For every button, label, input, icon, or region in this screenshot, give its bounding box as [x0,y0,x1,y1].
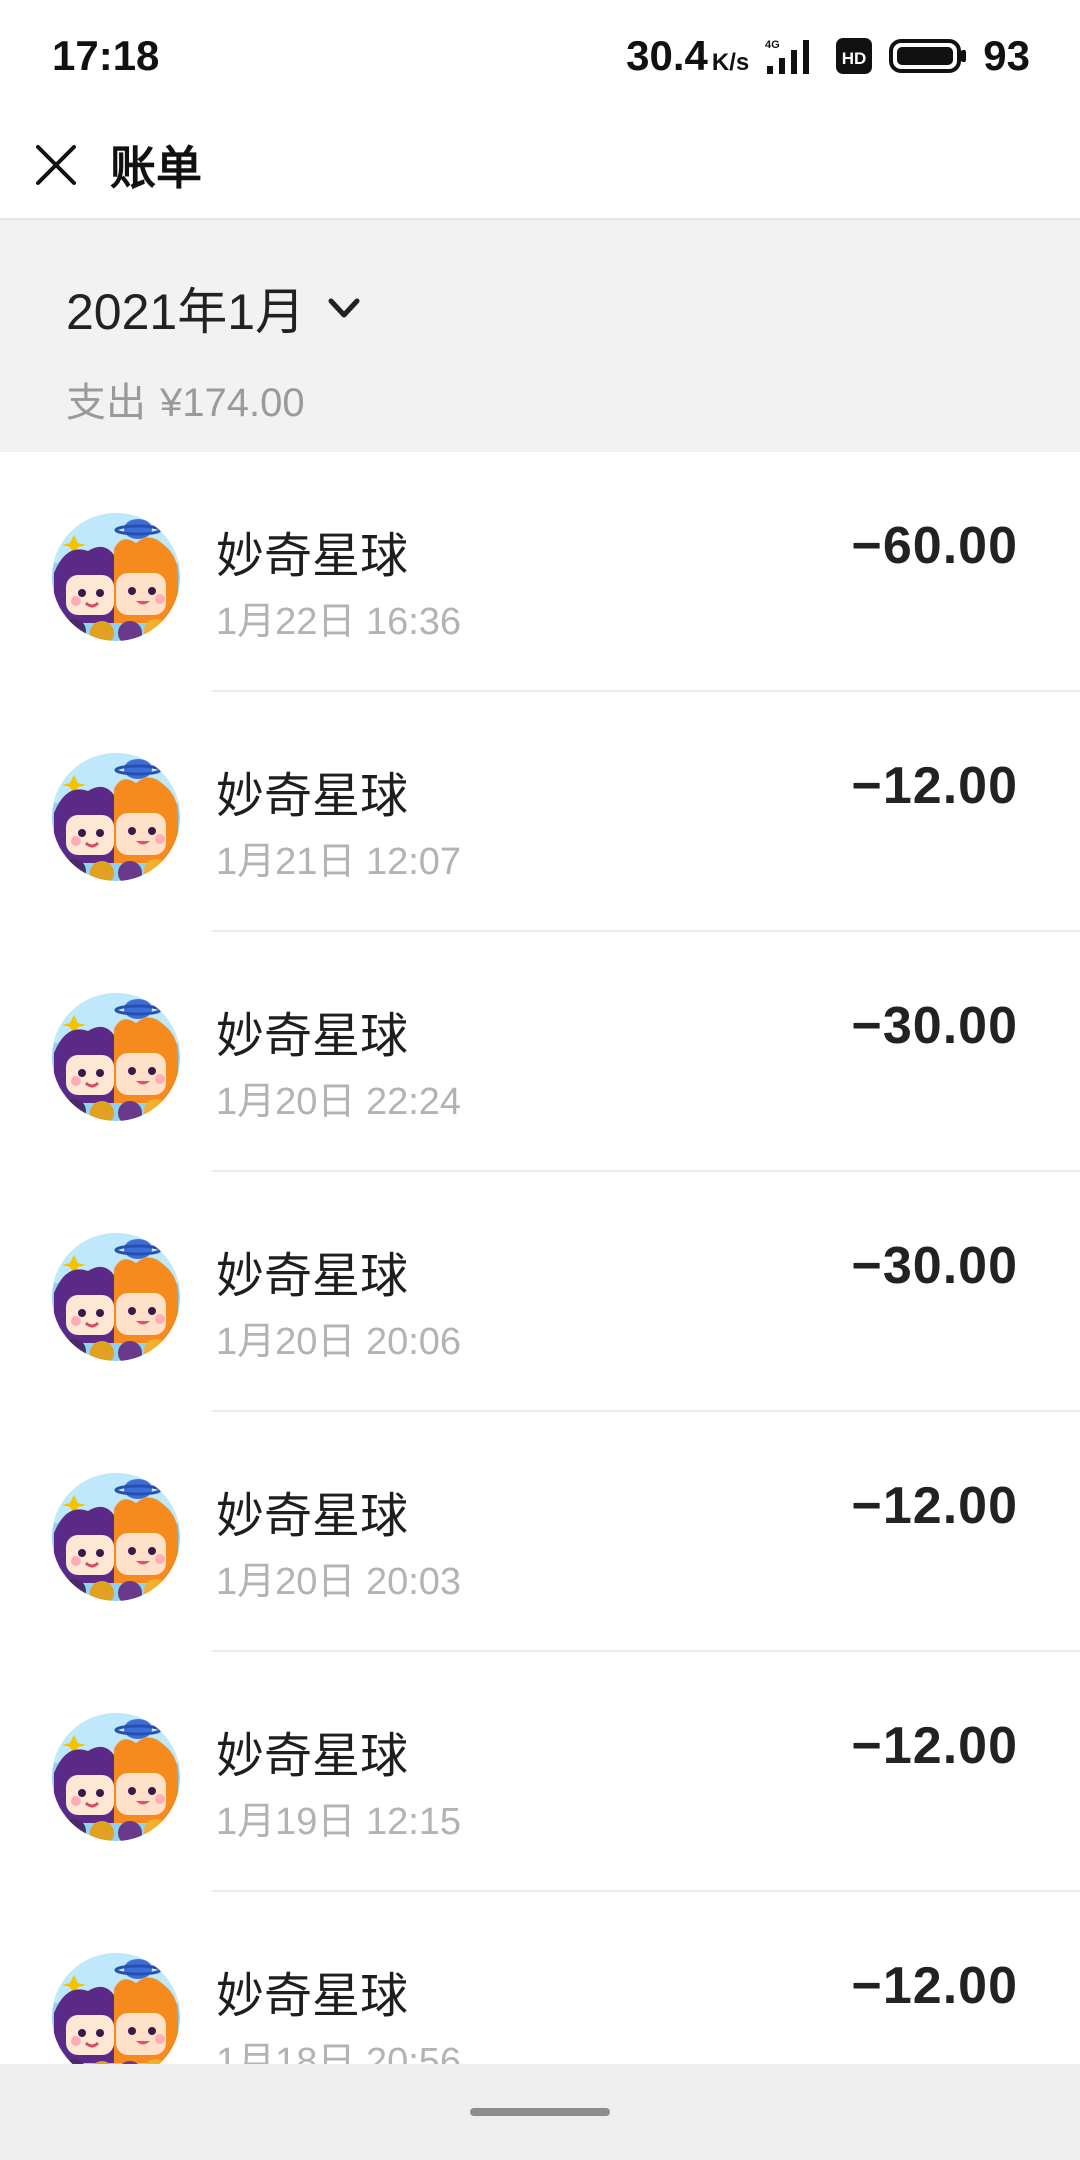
month-label: 2021年1月 [66,284,306,340]
status-time: 17:18 [52,32,160,79]
network-type-label: 4G [765,39,780,51]
transaction-amount: −30.00 [851,1237,1018,1295]
svg-text:HD: HD [842,49,867,68]
expense-label: 支出 [66,381,146,425]
battery-level: 93 [983,32,1030,79]
merchant-avatar [52,513,180,641]
bill-screen: 17:18 30.4 K/s 4G HD 93 账单 2021年1月 支出 ¥1… [0,0,1080,2160]
close-button[interactable] [32,141,80,189]
transaction-row[interactable]: 妙奇星球 1月20日 20:06 −30.00 [0,1172,1080,1412]
merchant-logo-icon [52,1953,180,2064]
transaction-row[interactable]: 妙奇星球 1月22日 16:36 −60.00 [0,452,1080,692]
close-icon [36,145,76,185]
merchant-name: 妙奇星球 [216,1730,409,1783]
expense-total: 支出 ¥174.00 [66,370,1080,428]
merchant-avatar [52,1953,180,2064]
merchant-logo-icon [52,1713,180,1841]
merchant-name: 妙奇星球 [216,1010,409,1063]
network-speed: 30.4 K/s [626,32,750,79]
transaction-time: 1月20日 20:03 [216,1561,462,1603]
chevron-down-icon [328,298,360,318]
merchant-logo-icon [52,1473,180,1601]
transaction-row[interactable]: 妙奇星球 1月19日 12:15 −12.00 [0,1652,1080,1892]
merchant-name: 妙奇星球 [216,1250,409,1303]
transaction-row[interactable]: 妙奇星球 1月20日 20:03 −12.00 [0,1412,1080,1652]
transaction-time: 1月20日 22:24 [216,1081,462,1123]
merchant-logo-icon [52,993,180,1121]
transaction-amount: −12.00 [851,1957,1018,2015]
transaction-amount: −60.00 [851,517,1018,575]
transaction-row[interactable]: 妙奇星球 1月20日 22:24 −30.00 [0,932,1080,1172]
transaction-time: 1月21日 12:07 [216,841,462,883]
transaction-row[interactable]: 妙奇星球 1月18日 20:56 −12.00 [0,1892,1080,2064]
transaction-time: 1月19日 12:15 [216,1801,462,1843]
expense-amount: ¥174.00 [160,381,305,425]
app-header: 账单 [0,112,1080,220]
home-indicator[interactable] [470,2108,610,2116]
transaction-time: 1月22日 16:36 [216,601,462,643]
merchant-avatar [52,1233,180,1361]
transaction-amount: −30.00 [851,997,1018,1055]
gesture-bar [0,2064,1080,2160]
merchant-name: 妙奇星球 [216,1970,409,2023]
status-indicators: 30.4 K/s 4G HD 93 [626,32,1030,80]
transaction-time: 1月18日 20:56 [216,2041,462,2064]
transaction-amount: −12.00 [851,1477,1018,1535]
transaction-amount: −12.00 [851,757,1018,815]
transaction-time: 1月20日 20:06 [216,1321,462,1363]
merchant-name: 妙奇星球 [216,770,409,823]
battery-icon [889,39,967,73]
merchant-avatar [52,753,180,881]
merchant-logo-icon [52,1233,180,1361]
status-bar: 17:18 30.4 K/s 4G HD 93 [0,0,1080,112]
month-selector[interactable]: 2021年1月 [66,272,363,344]
merchant-name: 妙奇星球 [216,530,409,583]
merchant-avatar [52,1473,180,1601]
merchant-logo-icon [52,753,180,881]
merchant-name: 妙奇星球 [216,1490,409,1543]
signal-icon: 4G [765,39,810,74]
merchant-avatar [52,1713,180,1841]
merchant-avatar [52,993,180,1121]
page-title: 账单 [110,142,202,194]
hd-icon: HD [836,38,873,74]
merchant-logo-icon [52,513,180,641]
transaction-row[interactable]: 妙奇星球 1月21日 12:07 −12.00 [0,692,1080,932]
month-summary: 2021年1月 支出 ¥174.00 [0,220,1080,452]
transaction-list: 妙奇星球 1月22日 16:36 −60.00 妙奇星球 1月21日 12:07… [0,452,1080,2064]
transaction-amount: −12.00 [851,1717,1018,1775]
